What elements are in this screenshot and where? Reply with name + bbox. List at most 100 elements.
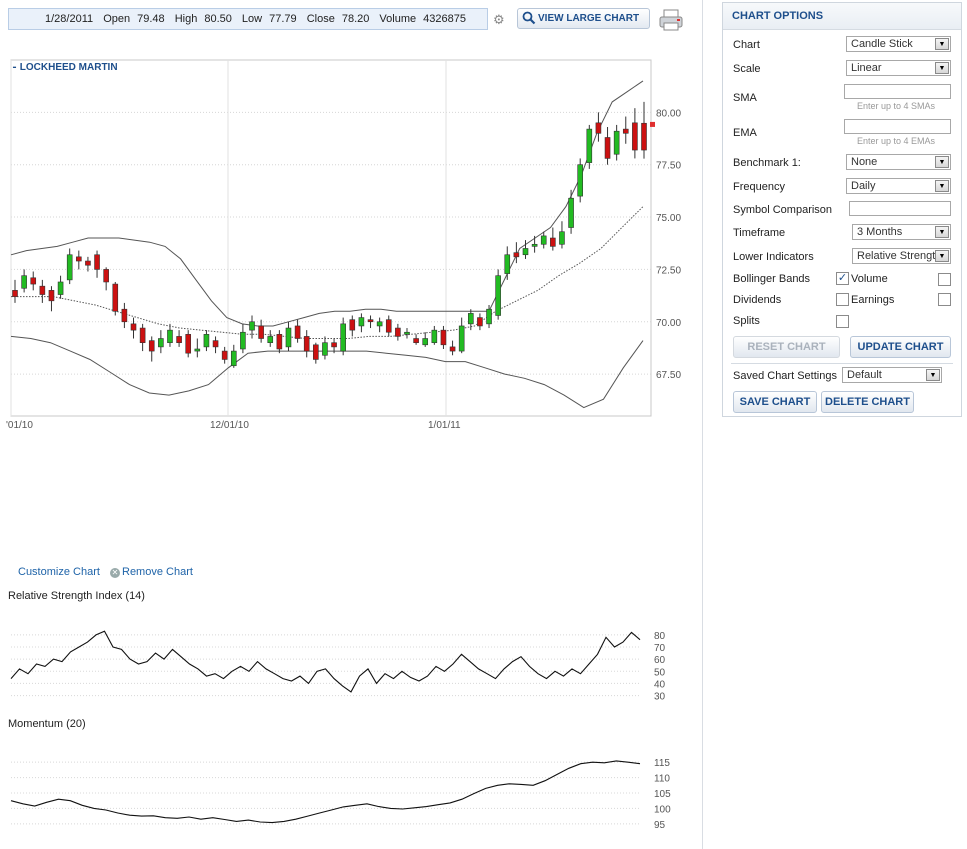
view-large-chart-label: VIEW LARGE CHART: [538, 13, 640, 24]
options-divider: [731, 363, 953, 364]
print-icon[interactable]: [658, 8, 684, 32]
volume-checkbox[interactable]: [938, 273, 951, 286]
dividends-checkbox[interactable]: [836, 293, 849, 306]
chart-options-panel: CHART OPTIONS Chart Candle Stick ▼ Scale …: [722, 2, 962, 417]
chart-symbol-tag[interactable]: ⁃ LOCKHEED MARTIN: [12, 62, 121, 73]
momentum-y-tick-label: 115: [654, 758, 670, 769]
quote-high: 80.50: [204, 13, 232, 25]
price-chart[interactable]: 80.00 77.50 75.00 72.50 70.00 67.50 '01/10 12/0…: [0, 55, 700, 435]
ema-label: EMA: [733, 127, 757, 139]
quote-open-label: Open: [103, 13, 131, 25]
momentum-y-tick-label: 110: [654, 774, 670, 785]
x-tick-label: 12/01/10: [210, 420, 249, 431]
quote-summary: 1/28/2011 Open 79.48 High 80.50 Low 77.79 C…: [8, 8, 488, 30]
scale-label: Scale: [733, 63, 761, 75]
rsi-chart[interactable]: 8070605040 30: [0, 628, 700, 703]
benchmark-select[interactable]: None ▼: [846, 154, 951, 170]
rsi-y-tick-label: 80: [654, 631, 666, 642]
quote-volume: 4326875: [423, 13, 466, 25]
saved-settings-select[interactable]: Default ▼: [842, 367, 942, 383]
dropdown-arrow-icon: ▼: [935, 38, 949, 50]
rsi-y-tick-label: 60: [654, 655, 666, 666]
saved-settings-label: Saved Chart Settings: [733, 370, 837, 382]
frequency-label: Frequency: [733, 181, 785, 193]
y-tick-label: 72.50: [656, 265, 681, 276]
gear-icon[interactable]: ⚙: [493, 13, 505, 26]
dividends-label: Dividends: [733, 294, 782, 306]
benchmark-value: None: [851, 156, 878, 168]
momentum-title: Momentum (20): [8, 718, 86, 730]
quote-low-label: Low: [241, 13, 263, 25]
save-chart-button[interactable]: SAVE CHART: [733, 391, 817, 413]
rsi-line: [10, 630, 641, 693]
dropdown-arrow-icon: ▼: [935, 250, 949, 262]
y-tick-label: 77.50: [656, 161, 681, 172]
dropdown-arrow-icon: ▼: [935, 180, 949, 192]
timeframe-label: Timeframe: [733, 227, 786, 239]
scale-value: Linear: [851, 62, 882, 74]
rsi-y-tick-label: 40: [654, 679, 666, 690]
momentum-line: [10, 760, 641, 824]
timeframe-select[interactable]: 3 Months ▼: [852, 224, 951, 240]
ema-hint: Enter up to 4 EMAs: [857, 136, 936, 146]
remove-chart-link[interactable]: ✕ Remove Chart: [110, 566, 193, 578]
quote-high-label: High: [174, 13, 198, 25]
momentum-y-tick-label: 95: [654, 820, 666, 831]
scale-select[interactable]: Linear ▼: [846, 60, 951, 76]
bollinger-bands-checkbox[interactable]: ✓: [836, 272, 849, 285]
sma-input[interactable]: [844, 84, 951, 99]
candle-up: [586, 124, 593, 169]
candle-down: [185, 330, 192, 358]
symbol-comparison-input[interactable]: [849, 201, 951, 216]
candle-up: [577, 158, 583, 203]
dropdown-arrow-icon: ▼: [926, 369, 940, 381]
chart-area: 1/28/2011 Open 79.48 High 80.50 Low 77.79 C…: [0, 0, 703, 849]
chart-type-value: Candle Stick: [851, 38, 913, 50]
last-price-marker: [650, 121, 655, 127]
candle-up: [495, 269, 501, 320]
chart-symbol-label: LOCKHEED MARTIN: [19, 62, 118, 73]
symbol-comparison-label: Symbol Comparison: [733, 204, 833, 216]
splits-label: Splits: [733, 315, 760, 327]
momentum-y-tick-label: 105: [654, 789, 671, 800]
quote-close: 78.20: [341, 13, 370, 25]
chart-type-select[interactable]: Candle Stick ▼: [846, 36, 951, 52]
dropdown-arrow-icon: ▼: [935, 226, 949, 238]
customize-chart-link[interactable]: Customize Chart: [18, 566, 100, 578]
volume-label: Volume: [851, 273, 888, 285]
y-tick-label: 80.00: [656, 108, 681, 119]
lower-indicators-label: Lower Indicators: [733, 251, 814, 263]
y-tick-label: 75.00: [656, 213, 681, 224]
rsi-y-tick-label: 70: [654, 643, 666, 654]
lower-indicators-select[interactable]: Relative Strength ▼: [852, 248, 951, 264]
view-large-chart-button[interactable]: VIEW LARGE CHART: [517, 8, 650, 29]
sma-label: SMA: [733, 92, 757, 104]
y-tick-label: 70.00: [656, 318, 681, 329]
update-chart-button[interactable]: UPDATE CHART: [850, 336, 951, 358]
candle-down: [112, 281, 119, 316]
frequency-value: Daily: [851, 180, 876, 192]
magnifier-icon: [522, 11, 536, 25]
timeframe-value: 3 Months: [857, 226, 903, 238]
bollinger-bands-label: Bollinger Bands: [733, 273, 811, 285]
collapse-icon: ⁃: [12, 62, 20, 73]
sma-hint: Enter up to 4 SMAs: [857, 101, 936, 111]
ema-input[interactable]: [844, 119, 951, 134]
lower-indicators-value: Relative Strength: [857, 250, 942, 262]
y-tick-label: 67.50: [656, 370, 681, 381]
momentum-y-tick-label: 100: [654, 804, 671, 815]
rsi-title: Relative Strength Index (14): [8, 590, 145, 602]
quote-low: 77.79: [269, 13, 297, 25]
x-tick-label: '01/10: [6, 420, 33, 431]
momentum-chart[interactable]: 115 110 105 100 95: [0, 752, 700, 832]
splits-checkbox[interactable]: [836, 315, 849, 328]
earnings-checkbox[interactable]: [938, 293, 951, 306]
remove-icon: ✕: [110, 568, 120, 578]
chart-type-label: Chart: [733, 39, 760, 51]
dropdown-arrow-icon: ▼: [935, 156, 949, 168]
delete-chart-button[interactable]: DELETE CHART: [821, 391, 914, 413]
frequency-select[interactable]: Daily ▼: [846, 178, 951, 194]
chart-options-title: CHART OPTIONS: [723, 3, 961, 30]
reset-chart-button[interactable]: RESET CHART: [733, 336, 840, 358]
dropdown-arrow-icon: ▼: [935, 62, 949, 74]
